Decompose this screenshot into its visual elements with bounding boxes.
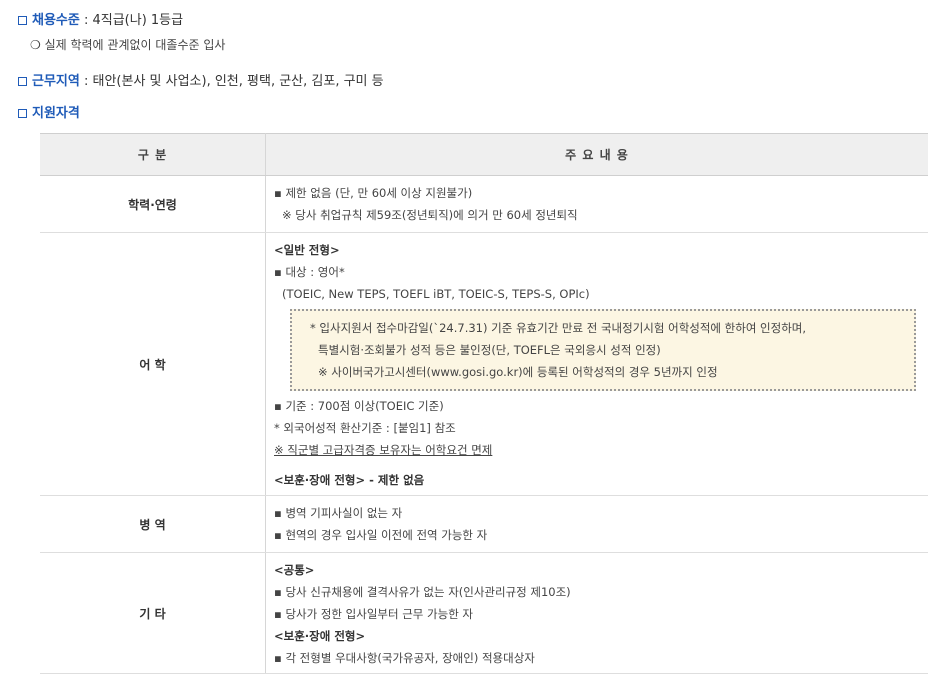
language-general-title: <일반 전형> <box>274 243 340 257</box>
language-veterans: <보훈·장애 전형> - 제한 없음 <box>274 473 425 487</box>
header-content: 주 요 내 용 <box>265 133 928 176</box>
checkbox-square-icon <box>18 109 27 118</box>
education-line: ▪ 제한 없음 (단, 만 60세 이상 지원불가) <box>274 186 473 200</box>
checkbox-square-icon <box>18 16 27 25</box>
note-line: ※ 사이버국가고시센터(www.gosi.go.kr)에 등록된 어학성적의 경… <box>318 365 718 379</box>
language-tests: (TOEIC, New TEPS, TOEFL iBT, TOEIC-S, TE… <box>282 287 590 301</box>
row-other: 기 타 <공통> ▪ 당사 신규채용에 결격사유가 없는 자(인사관리규정 제1… <box>40 552 928 674</box>
language-note-box: * 입사지원서 접수마감일(`24.7.31) 기준 유효기간 만료 전 국내정… <box>290 309 916 391</box>
qualifications-key: 지원자격 <box>32 106 80 121</box>
row-education: 학력·연령 ▪ 제한 없음 (단, 만 60세 이상 지원불가) ※ 당사 취업… <box>40 175 928 233</box>
header-category: 구 분 <box>40 133 266 176</box>
other-veterans-title: <보훈·장애 전형> <box>274 629 366 643</box>
military-line: ▪ 병역 기피사실이 없는 자 <box>274 506 403 520</box>
other-veterans-line: ▪ 각 전형별 우대사항(국가유공자, 장애인) 적용대상자 <box>274 651 535 665</box>
section-grade: 채용수준 : 4직급(나) 1등급 <box>18 9 183 28</box>
checkbox-square-icon <box>18 77 27 86</box>
qualifications-table: 구 분 주 요 내 용 학력·연령 ▪ 제한 없음 (단, 만 60세 이상 지… <box>40 133 928 674</box>
education-label: 학력·연령 <box>40 175 266 233</box>
note-line: * 입사지원서 접수마감일(`24.7.31) 기준 유효기간 만료 전 국내정… <box>310 321 807 335</box>
section-qualifications: 지원자격 <box>18 102 80 121</box>
other-label: 기 타 <box>40 552 266 674</box>
other-common-line: ▪ 당사가 정한 입사일부터 근무 가능한 자 <box>274 607 474 621</box>
other-common-line: ▪ 당사 신규채용에 결격사유가 없는 자(인사관리규정 제10조) <box>274 585 571 599</box>
military-line: ▪ 현역의 경우 입사일 이전에 전역 가능한 자 <box>274 528 488 542</box>
grade-note: ❍ 실제 학력에 관계없이 대졸수준 입사 <box>30 38 226 52</box>
location-value: : 태안(본사 및 사업소), 인천, 평택, 군산, 김포, 구미 등 <box>79 74 384 89</box>
other-common-title: <공통> <box>274 563 315 577</box>
location-key: 근무지역 <box>32 74 80 89</box>
grade-value: : 4직급(나) 1등급 <box>79 13 184 28</box>
row-language: 어 학 <일반 전형> ▪ 대상 : 영어* (TOEIC, New TEPS,… <box>40 232 928 496</box>
grade-key: 채용수준 <box>32 13 80 28</box>
table-header-row: 구 분 주 요 내 용 <box>40 133 928 176</box>
education-line: ※ 당사 취업규칙 제59조(정년퇴직)에 의거 만 60세 정년퇴직 <box>282 208 578 222</box>
language-criteria: ▪ 기준 : 700점 이상(TOEIC 기준) <box>274 399 444 413</box>
section-location: 근무지역 : 태안(본사 및 사업소), 인천, 평택, 군산, 김포, 구미 … <box>18 70 384 89</box>
language-target: ▪ 대상 : 영어* <box>274 265 345 279</box>
military-label: 병 역 <box>40 495 266 553</box>
row-military: 병 역 ▪ 병역 기피사실이 없는 자 ▪ 현역의 경우 입사일 이전에 전역 … <box>40 495 928 553</box>
language-label: 어 학 <box>40 232 266 496</box>
language-exemption: ※ 직군별 고급자격증 보유자는 어학요건 면제 <box>274 443 493 457</box>
language-conversion: * 외국어성적 환산기준 : [붙임1] 참조 <box>274 421 456 435</box>
note-line: 특별시험·조회불가 성적 등은 불인정(단, TOEFL은 국외응시 성적 인정… <box>318 343 661 357</box>
